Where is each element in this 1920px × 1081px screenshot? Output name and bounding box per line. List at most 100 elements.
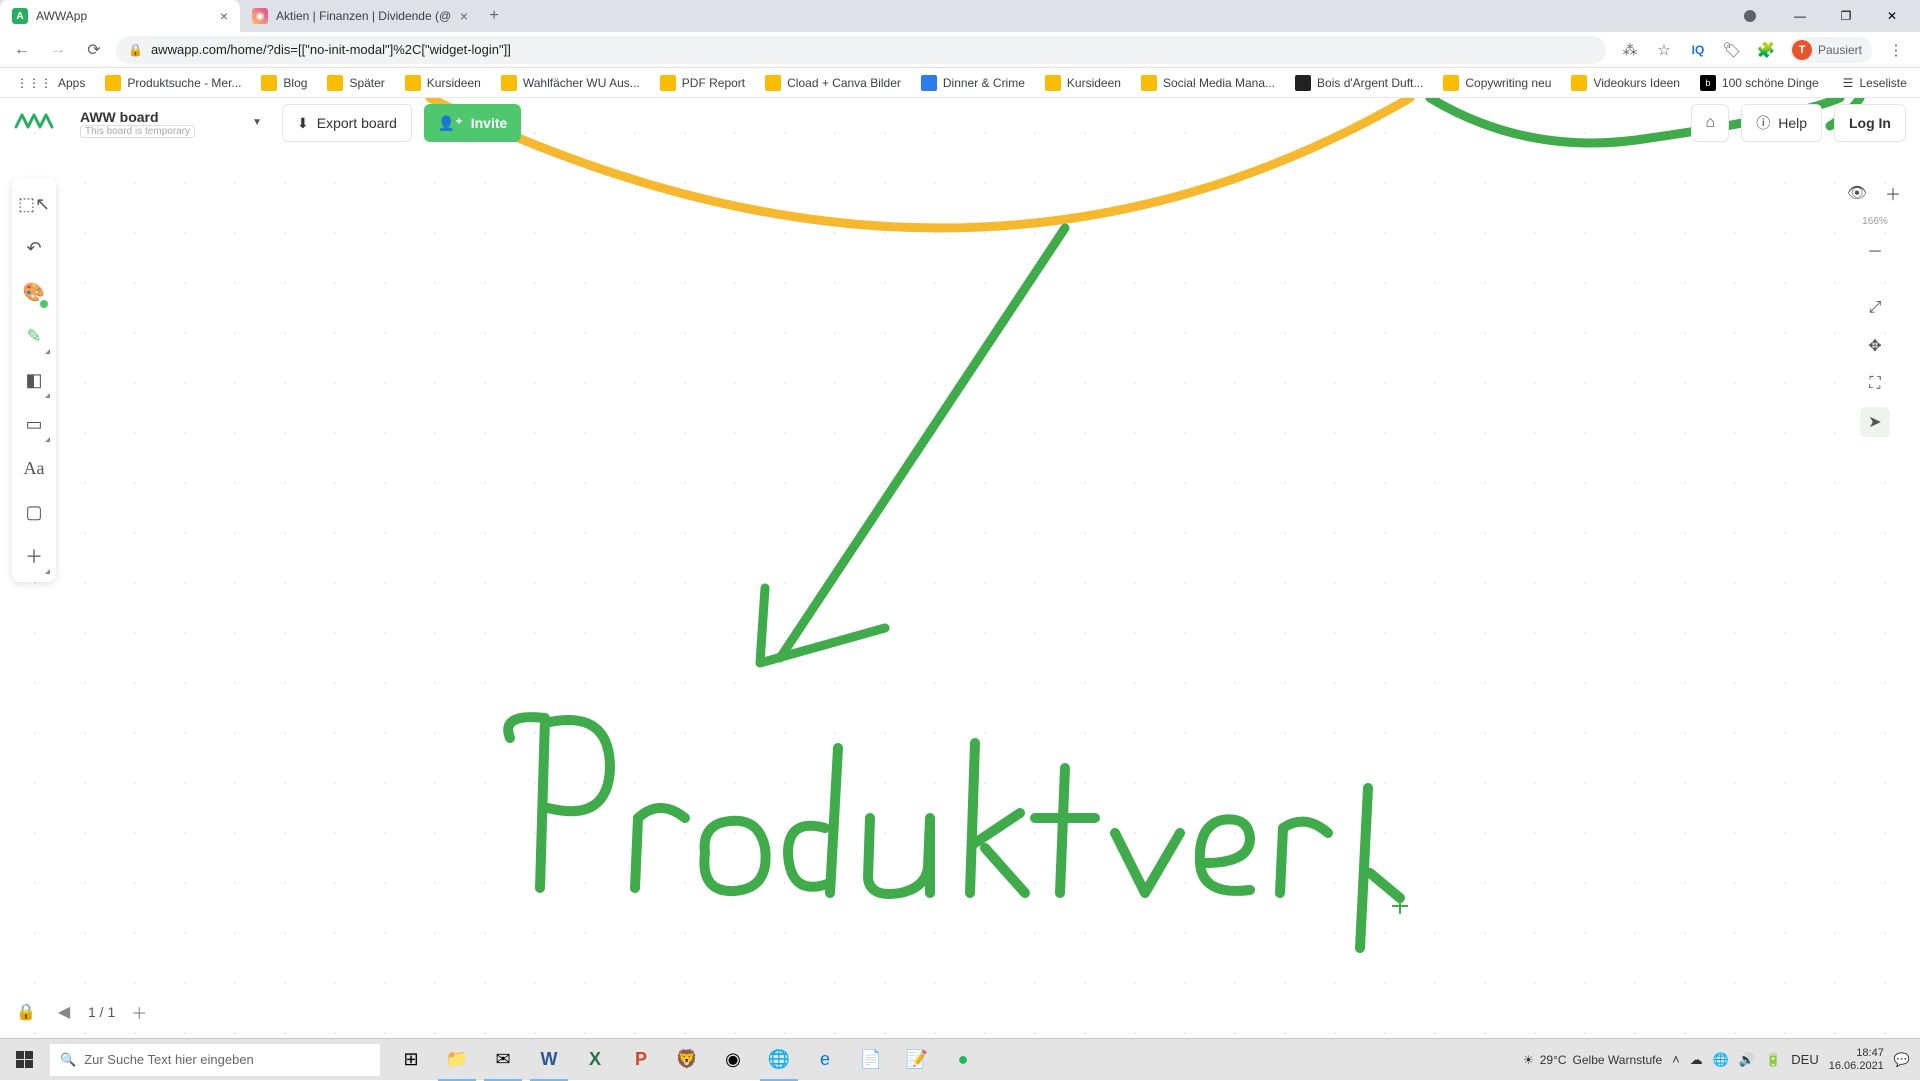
reading-list-button[interactable]: ☰Leseliste bbox=[1835, 70, 1915, 96]
obs-button[interactable]: ◉ bbox=[710, 1039, 756, 1081]
pan-button[interactable]: ✥ bbox=[1860, 331, 1890, 361]
sticky-note-tool[interactable]: ▢ bbox=[16, 492, 52, 532]
zoom-out-button[interactable]: － bbox=[1860, 235, 1890, 265]
tab-awwapp[interactable]: A AWWApp × bbox=[0, 0, 240, 32]
zoom-in-button[interactable]: ＋ bbox=[1878, 178, 1908, 208]
bookmark-item[interactable]: Kursideen bbox=[1037, 70, 1129, 96]
translate-icon[interactable]: ⁂ bbox=[1620, 40, 1640, 60]
prev-page-button[interactable]: ◀ bbox=[50, 998, 78, 1026]
fit-screen-button[interactable]: ⤢ bbox=[1860, 293, 1890, 323]
expand-icon: ⤢ bbox=[1869, 299, 1882, 317]
tray-chevron-icon[interactable]: ˄ bbox=[1672, 1052, 1680, 1067]
profile-chip[interactable]: T Pausiert bbox=[1790, 37, 1872, 63]
tab-instagram[interactable]: ◉ Aktien | Finanzen | Dividende (@ × bbox=[240, 0, 480, 32]
select-tool[interactable]: ⬚↖ bbox=[16, 184, 52, 224]
color-tool[interactable]: 🎨 bbox=[16, 272, 52, 312]
bookmark-item[interactable]: Wahlfächer WU Aus... bbox=[493, 70, 648, 96]
bookmark-item[interactable]: Social Media Mana... bbox=[1133, 70, 1283, 96]
reader-icon: 📄 bbox=[860, 1049, 882, 1070]
mail-button[interactable]: ✉ bbox=[480, 1039, 526, 1081]
board-picker[interactable]: AWW board This board is temporary ▼ bbox=[70, 107, 270, 140]
eraser-tool[interactable]: ◧ bbox=[16, 360, 52, 400]
back-button[interactable]: ← bbox=[8, 36, 36, 64]
invite-button[interactable]: 👤⁺ Invite bbox=[424, 104, 521, 142]
language-indicator[interactable]: DEU bbox=[1791, 1052, 1818, 1067]
fullscreen-button[interactable]: ⛶ bbox=[1860, 369, 1890, 399]
lock-page-button[interactable]: 🔒 bbox=[12, 998, 40, 1026]
notepad-button[interactable]: 📝 bbox=[894, 1039, 940, 1081]
start-button[interactable] bbox=[0, 1039, 48, 1081]
close-icon[interactable]: × bbox=[220, 8, 228, 24]
maximize-button[interactable]: ❐ bbox=[1824, 2, 1868, 30]
spotify-button[interactable]: ● bbox=[940, 1039, 986, 1081]
bookmark-item[interactable]: Blog bbox=[253, 70, 315, 96]
onedrive-icon[interactable]: ☁ bbox=[1690, 1052, 1703, 1068]
info-icon: ⓘ bbox=[1756, 113, 1770, 133]
new-tab-button[interactable]: + bbox=[480, 0, 508, 32]
pen-tool[interactable]: ✎ bbox=[16, 316, 52, 356]
close-window-button[interactable]: ✕ bbox=[1870, 2, 1914, 30]
shape-tool[interactable]: ▭ bbox=[16, 404, 52, 444]
chrome-button[interactable]: 🌐 bbox=[756, 1039, 802, 1081]
file-explorer-button[interactable]: 📁 bbox=[434, 1039, 480, 1081]
viewers-button[interactable]: 👁 bbox=[1842, 178, 1872, 208]
brave-button[interactable]: 🦁 bbox=[664, 1039, 710, 1081]
rectangle-icon: ▭ bbox=[25, 414, 42, 435]
edge-button[interactable]: e bbox=[802, 1039, 848, 1081]
kebab-menu-icon[interactable]: ⋮ bbox=[1886, 40, 1906, 60]
powerpoint-button[interactable]: P bbox=[618, 1039, 664, 1081]
notifications-icon[interactable]: 💬 bbox=[1894, 1052, 1910, 1068]
minimize-button[interactable]: ― bbox=[1778, 2, 1822, 30]
bookmark-star-icon[interactable]: ☆ bbox=[1654, 40, 1674, 60]
folder-icon bbox=[765, 75, 781, 91]
close-icon[interactable]: × bbox=[460, 8, 468, 24]
add-page-button[interactable]: ＋ bbox=[125, 998, 153, 1026]
bookmark-item[interactable]: Dinner & Crime bbox=[913, 70, 1033, 96]
whiteboard-canvas[interactable] bbox=[0, 98, 1920, 1038]
export-board-button[interactable]: ⬇ Export board bbox=[282, 104, 412, 142]
profile-status: Pausiert bbox=[1818, 43, 1862, 57]
weather-status: Gelbe Warnstufe bbox=[1573, 1053, 1663, 1067]
taskbar-search[interactable]: 🔍 Zur Suche Text hier eingeben bbox=[50, 1044, 380, 1076]
volume-icon[interactable]: 🔊 bbox=[1739, 1052, 1755, 1068]
address-bar[interactable]: 🔒 awwapp.com/home/?dis=[["no-init-modal"… bbox=[116, 36, 1606, 64]
extension-iq-icon[interactable]: IQ bbox=[1688, 40, 1708, 60]
bookmark-item[interactable]: Copywriting neu bbox=[1435, 70, 1559, 96]
forward-button[interactable]: → bbox=[44, 36, 72, 64]
home-button[interactable]: ⌂ bbox=[1691, 104, 1729, 142]
reload-button[interactable]: ⟳ bbox=[80, 36, 108, 64]
weather-widget[interactable]: ☀ 29°C Gelbe Warnstufe bbox=[1523, 1053, 1662, 1067]
extensions-puzzle-icon[interactable]: 🧩 bbox=[1756, 40, 1776, 60]
awwapp-logo[interactable] bbox=[14, 109, 58, 137]
navigate-button[interactable]: ➤ bbox=[1860, 407, 1890, 437]
task-view-button[interactable]: ⊞ bbox=[388, 1039, 434, 1081]
time-text: 18:47 bbox=[1856, 1047, 1884, 1060]
bookmark-item[interactable]: Bois d'Argent Duft... bbox=[1287, 70, 1431, 96]
address-bar-row: ← → ⟳ 🔒 awwapp.com/home/?dis=[["no-init-… bbox=[0, 32, 1920, 68]
bookmark-item[interactable]: Kursideen bbox=[397, 70, 489, 96]
battery-icon[interactable]: 🔋 bbox=[1765, 1052, 1781, 1068]
extension-tag-icon[interactable]: 🏷 bbox=[1722, 40, 1742, 60]
word-button[interactable]: W bbox=[526, 1039, 572, 1081]
minus-icon: － bbox=[1867, 238, 1883, 262]
help-button[interactable]: ⓘ Help bbox=[1741, 104, 1822, 142]
reader-button[interactable]: 📄 bbox=[848, 1039, 894, 1081]
bookmark-item[interactable]: Später bbox=[319, 70, 392, 96]
excel-button[interactable]: X bbox=[572, 1039, 618, 1081]
bookmark-item[interactable]: PDF Report bbox=[652, 70, 753, 96]
system-tray: ☀ 29°C Gelbe Warnstufe ˄ ☁ 🌐 🔊 🔋 DEU 18:… bbox=[1513, 1047, 1920, 1073]
text-tool[interactable]: Aa bbox=[16, 448, 52, 488]
account-indicator-icon[interactable] bbox=[1744, 10, 1756, 22]
undo-tool[interactable]: ↶ bbox=[16, 228, 52, 268]
bookmark-item[interactable]: b100 schöne Dinge bbox=[1692, 70, 1827, 96]
apps-button[interactable]: ⋮⋮⋮Apps bbox=[8, 70, 93, 96]
bookmark-item[interactable]: Videokurs Ideen bbox=[1563, 70, 1688, 96]
window-controls: ― ❐ ✕ bbox=[1744, 0, 1920, 32]
login-button[interactable]: Log In bbox=[1834, 104, 1906, 142]
bookmark-item[interactable]: Produktsuche - Mer... bbox=[97, 70, 249, 96]
bookmark-item[interactable]: Cload + Canva Bilder bbox=[757, 70, 909, 96]
network-icon[interactable]: 🌐 bbox=[1713, 1052, 1729, 1068]
person-add-icon: 👤⁺ bbox=[438, 115, 463, 132]
add-tool[interactable]: ＋ bbox=[16, 536, 52, 576]
clock[interactable]: 18:47 16.06.2021 bbox=[1829, 1047, 1884, 1073]
